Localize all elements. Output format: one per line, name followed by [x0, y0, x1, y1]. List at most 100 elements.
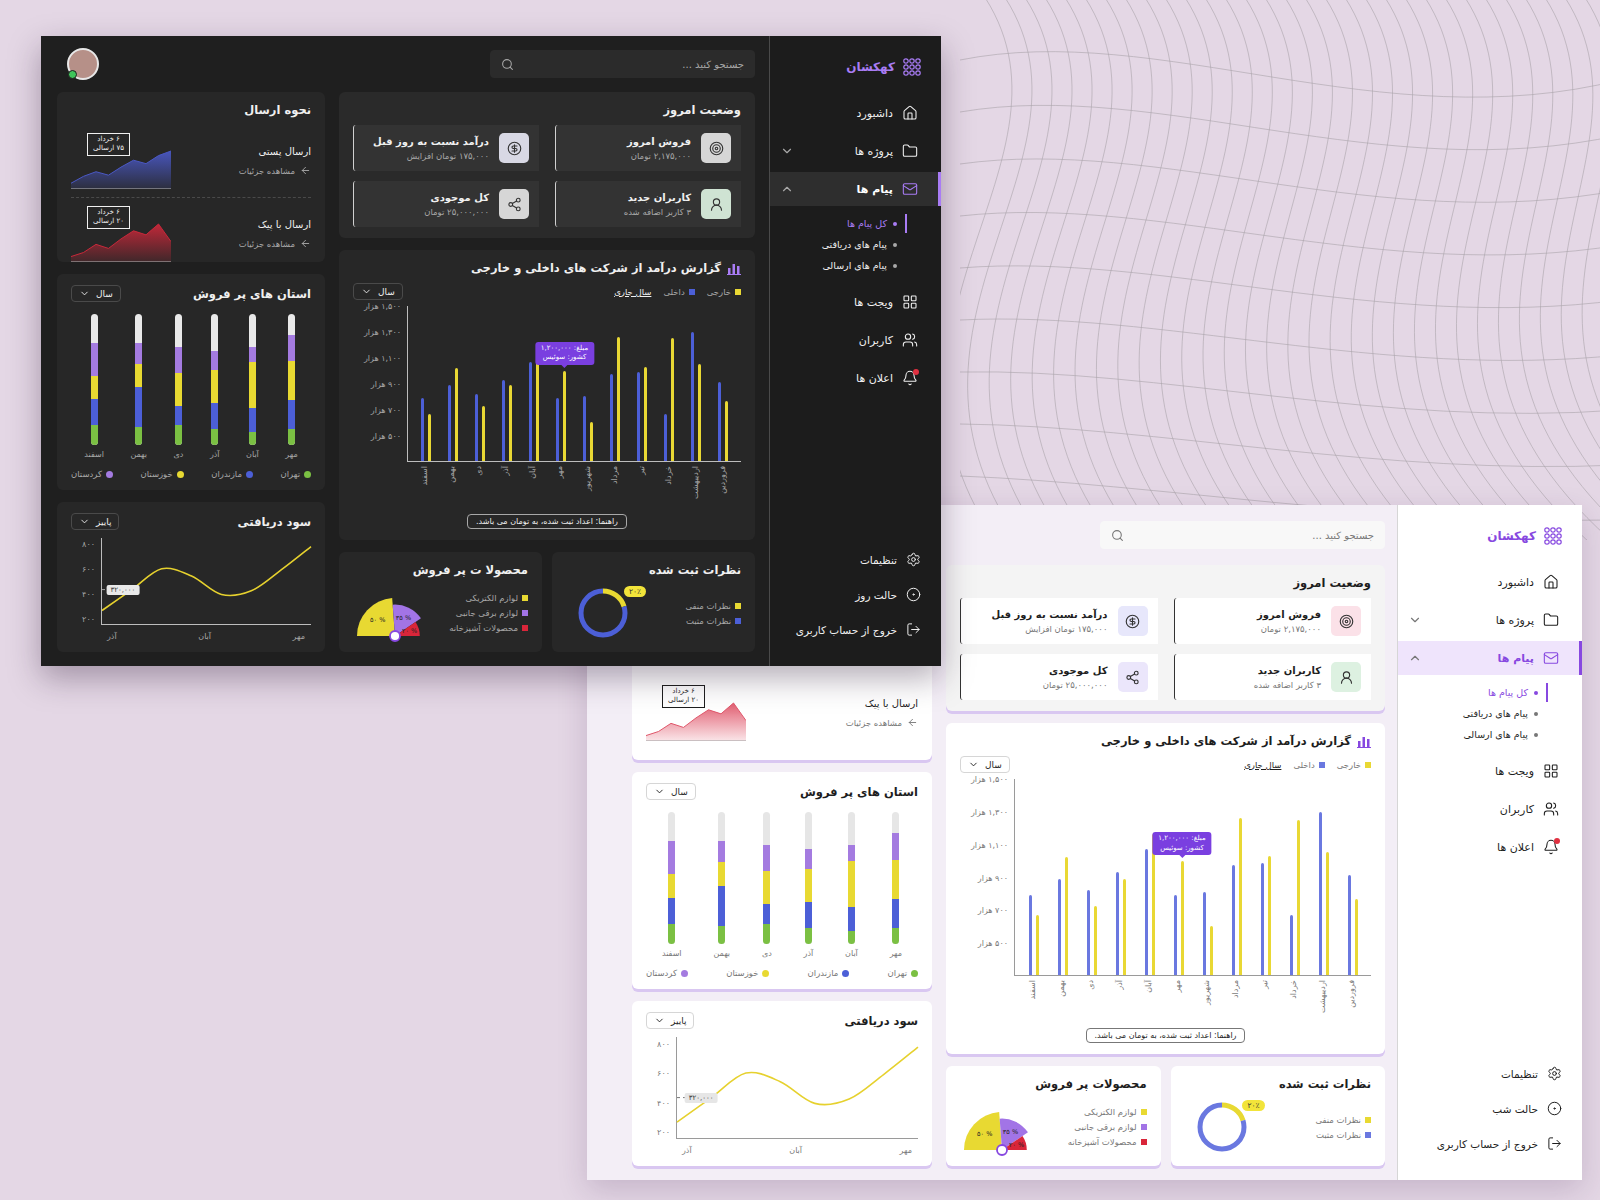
- stat-tile[interactable]: کاربران جدید۳ کاربر اضافه شده: [555, 181, 741, 227]
- bar[interactable]: [1290, 915, 1293, 975]
- sidebar-subitem[interactable]: پیام های دریافتی: [1408, 704, 1548, 723]
- bar[interactable]: [1326, 852, 1329, 975]
- user-avatar[interactable]: [67, 48, 99, 80]
- chevron-down-icon[interactable]: [1408, 613, 1422, 627]
- bar[interactable]: [718, 382, 721, 461]
- bar[interactable]: [1174, 895, 1177, 975]
- details-link[interactable]: مشاهده جزئیات: [846, 717, 918, 728]
- current-year-filter[interactable]: سال جاری: [1244, 760, 1281, 770]
- bar[interactable]: [455, 368, 458, 461]
- stat-tile[interactable]: کل موجودی۲۵,۰۰۰,۰۰۰ تومان: [960, 654, 1158, 700]
- bar[interactable]: [1087, 890, 1090, 975]
- bar[interactable]: [610, 374, 613, 461]
- brand[interactable]: کهکشان: [770, 58, 941, 76]
- sidebar-item[interactable]: اعلان ها: [1398, 830, 1582, 864]
- chevron-up-icon[interactable]: [1408, 651, 1422, 665]
- bar[interactable]: [475, 394, 478, 461]
- season-dropdown[interactable]: پاییز: [71, 513, 119, 530]
- bar[interactable]: [536, 350, 539, 461]
- sidebar-item[interactable]: ویجت ها: [1398, 754, 1582, 788]
- search-field[interactable]: جستجو کنید ...: [1100, 521, 1385, 549]
- stat-tile[interactable]: کاربران جدید۳ کاربر اضافه شده: [1174, 654, 1372, 700]
- stat-tile[interactable]: فروش امروز۲,۱۷۵,۰۰۰ تومان: [555, 125, 741, 171]
- sidebar-item[interactable]: داشبورد: [770, 96, 941, 130]
- current-year-filter[interactable]: سال جاری: [614, 287, 651, 297]
- bar[interactable]: [448, 385, 451, 461]
- bar[interactable]: [637, 372, 640, 461]
- stat-tile[interactable]: درآمد نسبت به روز قبل۱۷۵,۰۰۰ تومان افزای…: [353, 125, 539, 171]
- bar[interactable]: [1145, 849, 1148, 975]
- bar[interactable]: [1152, 834, 1155, 975]
- bar[interactable]: [583, 396, 586, 461]
- search-field[interactable]: جستجو کنید ...: [490, 50, 755, 78]
- brand[interactable]: کهکشان: [1398, 527, 1582, 545]
- stat-tile[interactable]: فروش امروز۲,۱۷۵,۰۰۰ تومان: [1174, 598, 1372, 644]
- season-dropdown[interactable]: پاییز: [646, 1012, 694, 1029]
- bar[interactable]: [1268, 856, 1271, 975]
- bar[interactable]: [1058, 879, 1061, 975]
- bar[interactable]: [664, 414, 667, 461]
- period-dropdown[interactable]: سال: [960, 756, 1010, 773]
- fan-sector[interactable]: [964, 1112, 1002, 1150]
- sidebar-item[interactable]: کاربران: [770, 323, 941, 357]
- bar[interactable]: [691, 332, 694, 461]
- period-dropdown[interactable]: سال: [353, 283, 403, 300]
- bar[interactable]: [1261, 863, 1264, 975]
- stat-tile[interactable]: کل موجودی۲۵,۰۰۰,۰۰۰ تومان: [353, 181, 539, 227]
- bar[interactable]: [1348, 875, 1351, 975]
- bar[interactable]: [1232, 865, 1235, 975]
- sidebar-item[interactable]: پروژه ها: [1398, 603, 1582, 637]
- sidebar-item[interactable]: پیام ها: [770, 172, 941, 206]
- bar[interactable]: [1239, 818, 1242, 975]
- bar[interactable]: [421, 398, 424, 461]
- sidebar-footer-item[interactable]: تنظیمات: [770, 545, 941, 574]
- sidebar-item[interactable]: داشبورد: [1398, 565, 1582, 599]
- sidebar-subitem[interactable]: کل پیام ها: [1408, 683, 1548, 702]
- sidebar-item[interactable]: اعلان ها: [770, 361, 941, 395]
- bar[interactable]: [529, 362, 532, 461]
- bar[interactable]: [1355, 899, 1358, 975]
- bar[interactable]: مبلغ: ۱,۲۰۰,۰۰۰کشور: سوئیس: [563, 371, 566, 461]
- bar[interactable]: [1297, 820, 1300, 975]
- sidebar-item[interactable]: پروژه ها: [770, 134, 941, 168]
- bar[interactable]: [502, 380, 505, 461]
- bar[interactable]: [1029, 895, 1032, 975]
- bar[interactable]: [556, 398, 559, 461]
- sidebar-item[interactable]: کاربران: [1398, 792, 1582, 826]
- bar[interactable]: [617, 337, 620, 461]
- bar[interactable]: [509, 385, 512, 461]
- bar[interactable]: [1123, 879, 1126, 975]
- sidebar-subitem[interactable]: کل پیام ها: [780, 214, 907, 233]
- sidebar-subitem[interactable]: پیام های ارسالی: [780, 256, 907, 275]
- fan-sector[interactable]: [357, 598, 395, 636]
- bar[interactable]: [1203, 892, 1206, 975]
- sidebar-item[interactable]: ویجت ها: [770, 285, 941, 319]
- sidebar-footer-item[interactable]: خروج از حساب کاربری: [770, 615, 941, 644]
- period-dropdown[interactable]: سال: [71, 285, 121, 302]
- bar[interactable]: [428, 414, 431, 461]
- sidebar-item[interactable]: پیام ها: [1398, 641, 1582, 675]
- sidebar-subitem[interactable]: پیام های ارسالی: [1408, 725, 1548, 744]
- bar[interactable]: مبلغ: ۱,۲۰۰,۰۰۰کشور: سوئیس: [1181, 861, 1184, 975]
- stat-tile[interactable]: درآمد نسبت به روز قبل۱۷۵,۰۰۰ تومان افزای…: [960, 598, 1158, 644]
- bar[interactable]: [725, 401, 728, 461]
- sidebar-subitem[interactable]: پیام های دریافتی: [780, 235, 907, 254]
- chevron-up-icon[interactable]: [780, 182, 794, 196]
- sidebar-footer-item[interactable]: حالت شب: [1398, 1094, 1582, 1123]
- bar[interactable]: [590, 422, 593, 461]
- bar[interactable]: [671, 338, 674, 461]
- bar[interactable]: [1094, 906, 1097, 975]
- sidebar-footer-item[interactable]: خروج از حساب کاربری: [1398, 1129, 1582, 1158]
- bar[interactable]: [698, 364, 701, 461]
- bar[interactable]: [482, 406, 485, 461]
- details-link[interactable]: مشاهده جزئیات: [239, 165, 311, 176]
- bar[interactable]: [1116, 872, 1119, 975]
- bar[interactable]: [1065, 857, 1068, 975]
- chevron-down-icon[interactable]: [780, 144, 794, 158]
- period-dropdown[interactable]: سال: [646, 783, 696, 800]
- bar[interactable]: [1036, 915, 1039, 975]
- bar[interactable]: [644, 367, 647, 461]
- bar[interactable]: [1319, 812, 1322, 975]
- sidebar-footer-item[interactable]: تنظیمات: [1398, 1059, 1582, 1088]
- bar[interactable]: [1210, 926, 1213, 975]
